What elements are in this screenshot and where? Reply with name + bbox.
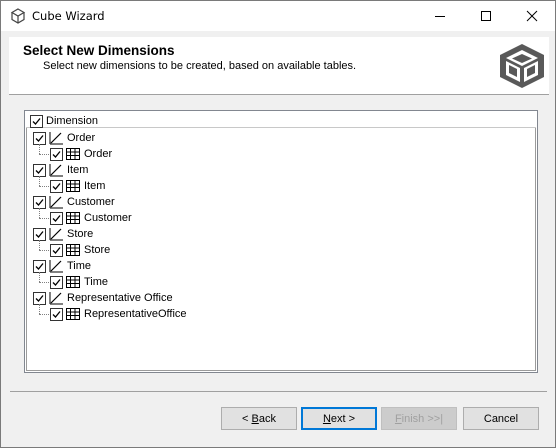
dimension-icon: [48, 131, 64, 145]
tree-child-item[interactable]: Customer: [50, 210, 132, 226]
tree-item[interactable]: Customer: [33, 194, 115, 210]
tree-child-item[interactable]: Item: [50, 178, 105, 194]
tree-connector: [39, 186, 49, 187]
back-button[interactable]: < Back: [221, 407, 297, 430]
table-checkbox[interactable]: [50, 307, 63, 321]
dimension-label: Item: [67, 164, 89, 176]
table-label: Time: [84, 276, 109, 288]
tree-connector: [39, 272, 40, 282]
back-prefix: <: [242, 412, 252, 425]
tree-child-item[interactable]: RepresentativeOffice: [50, 306, 187, 322]
title-bar: Cube Wizard: [1, 1, 555, 31]
maximize-button[interactable]: [463, 1, 509, 30]
close-icon: [526, 10, 538, 21]
maximize-icon: [481, 10, 491, 21]
dimension-label: Customer: [67, 196, 115, 208]
close-button[interactable]: [509, 1, 555, 30]
back-rest: ack: [258, 412, 276, 425]
table-label: Customer: [84, 212, 132, 224]
dimension-checkbox[interactable]: [33, 291, 46, 305]
tree-child-item[interactable]: Store: [50, 242, 110, 258]
table-label: Store: [84, 244, 111, 256]
page-title: Select New Dimensions: [23, 43, 175, 58]
tree-item[interactable]: Item: [33, 162, 88, 178]
dimension-label: Time: [67, 260, 92, 272]
table-checkbox[interactable]: [50, 275, 63, 289]
dimension-icon: [48, 259, 64, 273]
table-label: Order: [84, 148, 113, 160]
tree-body: Order Order Item Item Customer Customer Store S…: [26, 128, 536, 371]
tree-connector: [39, 240, 40, 250]
tree-item[interactable]: Time: [33, 258, 91, 274]
dimension-icon: [48, 195, 64, 209]
finish-mnemonic: F: [394, 412, 402, 425]
dimension-icon: [48, 227, 64, 241]
tree-connector: [39, 154, 49, 155]
cancel-label: Cancel: [483, 412, 519, 425]
dimension-tree: Dimension Order Order Item Item Customer Cust…: [24, 110, 538, 373]
tree-connector: [39, 250, 49, 251]
cube-wizard-window: Cube Wizard Select New Dimensions Select…: [0, 0, 556, 448]
table-checkbox[interactable]: [50, 211, 63, 225]
tree-item[interactable]: Representative Office: [33, 290, 173, 306]
next-rest: ext >: [330, 412, 356, 425]
table-label: RepresentativeOffice: [84, 308, 187, 320]
next-mnemonic: N: [322, 412, 331, 425]
dimension-icon: [48, 291, 64, 305]
cancel-button[interactable]: Cancel: [463, 407, 539, 430]
cube-icon: [10, 8, 26, 24]
table-icon: [65, 243, 81, 257]
finish-button[interactable]: Finish >>|: [381, 407, 457, 430]
tree-connector: [39, 282, 49, 283]
dimension-icon: [48, 163, 64, 177]
tree-child-item[interactable]: Order: [50, 146, 112, 162]
table-icon: [65, 275, 81, 289]
next-button[interactable]: Next >: [301, 407, 377, 430]
tree-column-header: Dimension: [26, 112, 536, 128]
tree-item[interactable]: Store: [33, 226, 93, 242]
table-icon: [65, 179, 81, 193]
dimension-checkbox[interactable]: [33, 195, 46, 209]
dimension-label: Store: [67, 228, 94, 240]
tree-connector: [39, 208, 40, 218]
minimize-button[interactable]: [417, 1, 463, 30]
dimension-checkbox[interactable]: [33, 163, 46, 177]
dimension-label: Order: [67, 132, 96, 144]
dimension-checkbox[interactable]: [33, 259, 46, 273]
table-checkbox[interactable]: [50, 179, 63, 193]
minimize-icon: [435, 15, 445, 17]
table-icon: [65, 147, 81, 161]
dimension-checkbox[interactable]: [33, 131, 46, 145]
tree-child-item[interactable]: Time: [50, 274, 108, 290]
cube-logo-icon: [497, 42, 547, 90]
page-subtitle: Select new dimensions to be created, bas…: [43, 60, 357, 72]
footer-divider: [10, 391, 547, 392]
table-checkbox[interactable]: [50, 147, 63, 161]
dimension-label: Representative Office: [67, 292, 173, 304]
dimension-checkbox[interactable]: [33, 227, 46, 241]
wizard-header: Select New Dimensions Select new dimensi…: [9, 37, 549, 95]
table-icon: [65, 211, 81, 225]
finish-rest: inish >>|: [401, 412, 444, 425]
select-all-checkbox[interactable]: [30, 114, 43, 128]
table-icon: [65, 307, 81, 321]
table-label: Item: [84, 180, 106, 192]
tree-connector: [39, 144, 40, 154]
tree-connector: [39, 218, 49, 219]
dimension-column-label: Dimension: [46, 115, 98, 127]
table-checkbox[interactable]: [50, 243, 63, 257]
tree-connector: [39, 314, 49, 315]
tree-connector: [39, 304, 40, 314]
back-mnemonic: B: [251, 412, 259, 425]
tree-item[interactable]: Order: [33, 130, 95, 146]
window-title: Cube Wizard: [32, 9, 105, 23]
tree-connector: [39, 176, 40, 186]
